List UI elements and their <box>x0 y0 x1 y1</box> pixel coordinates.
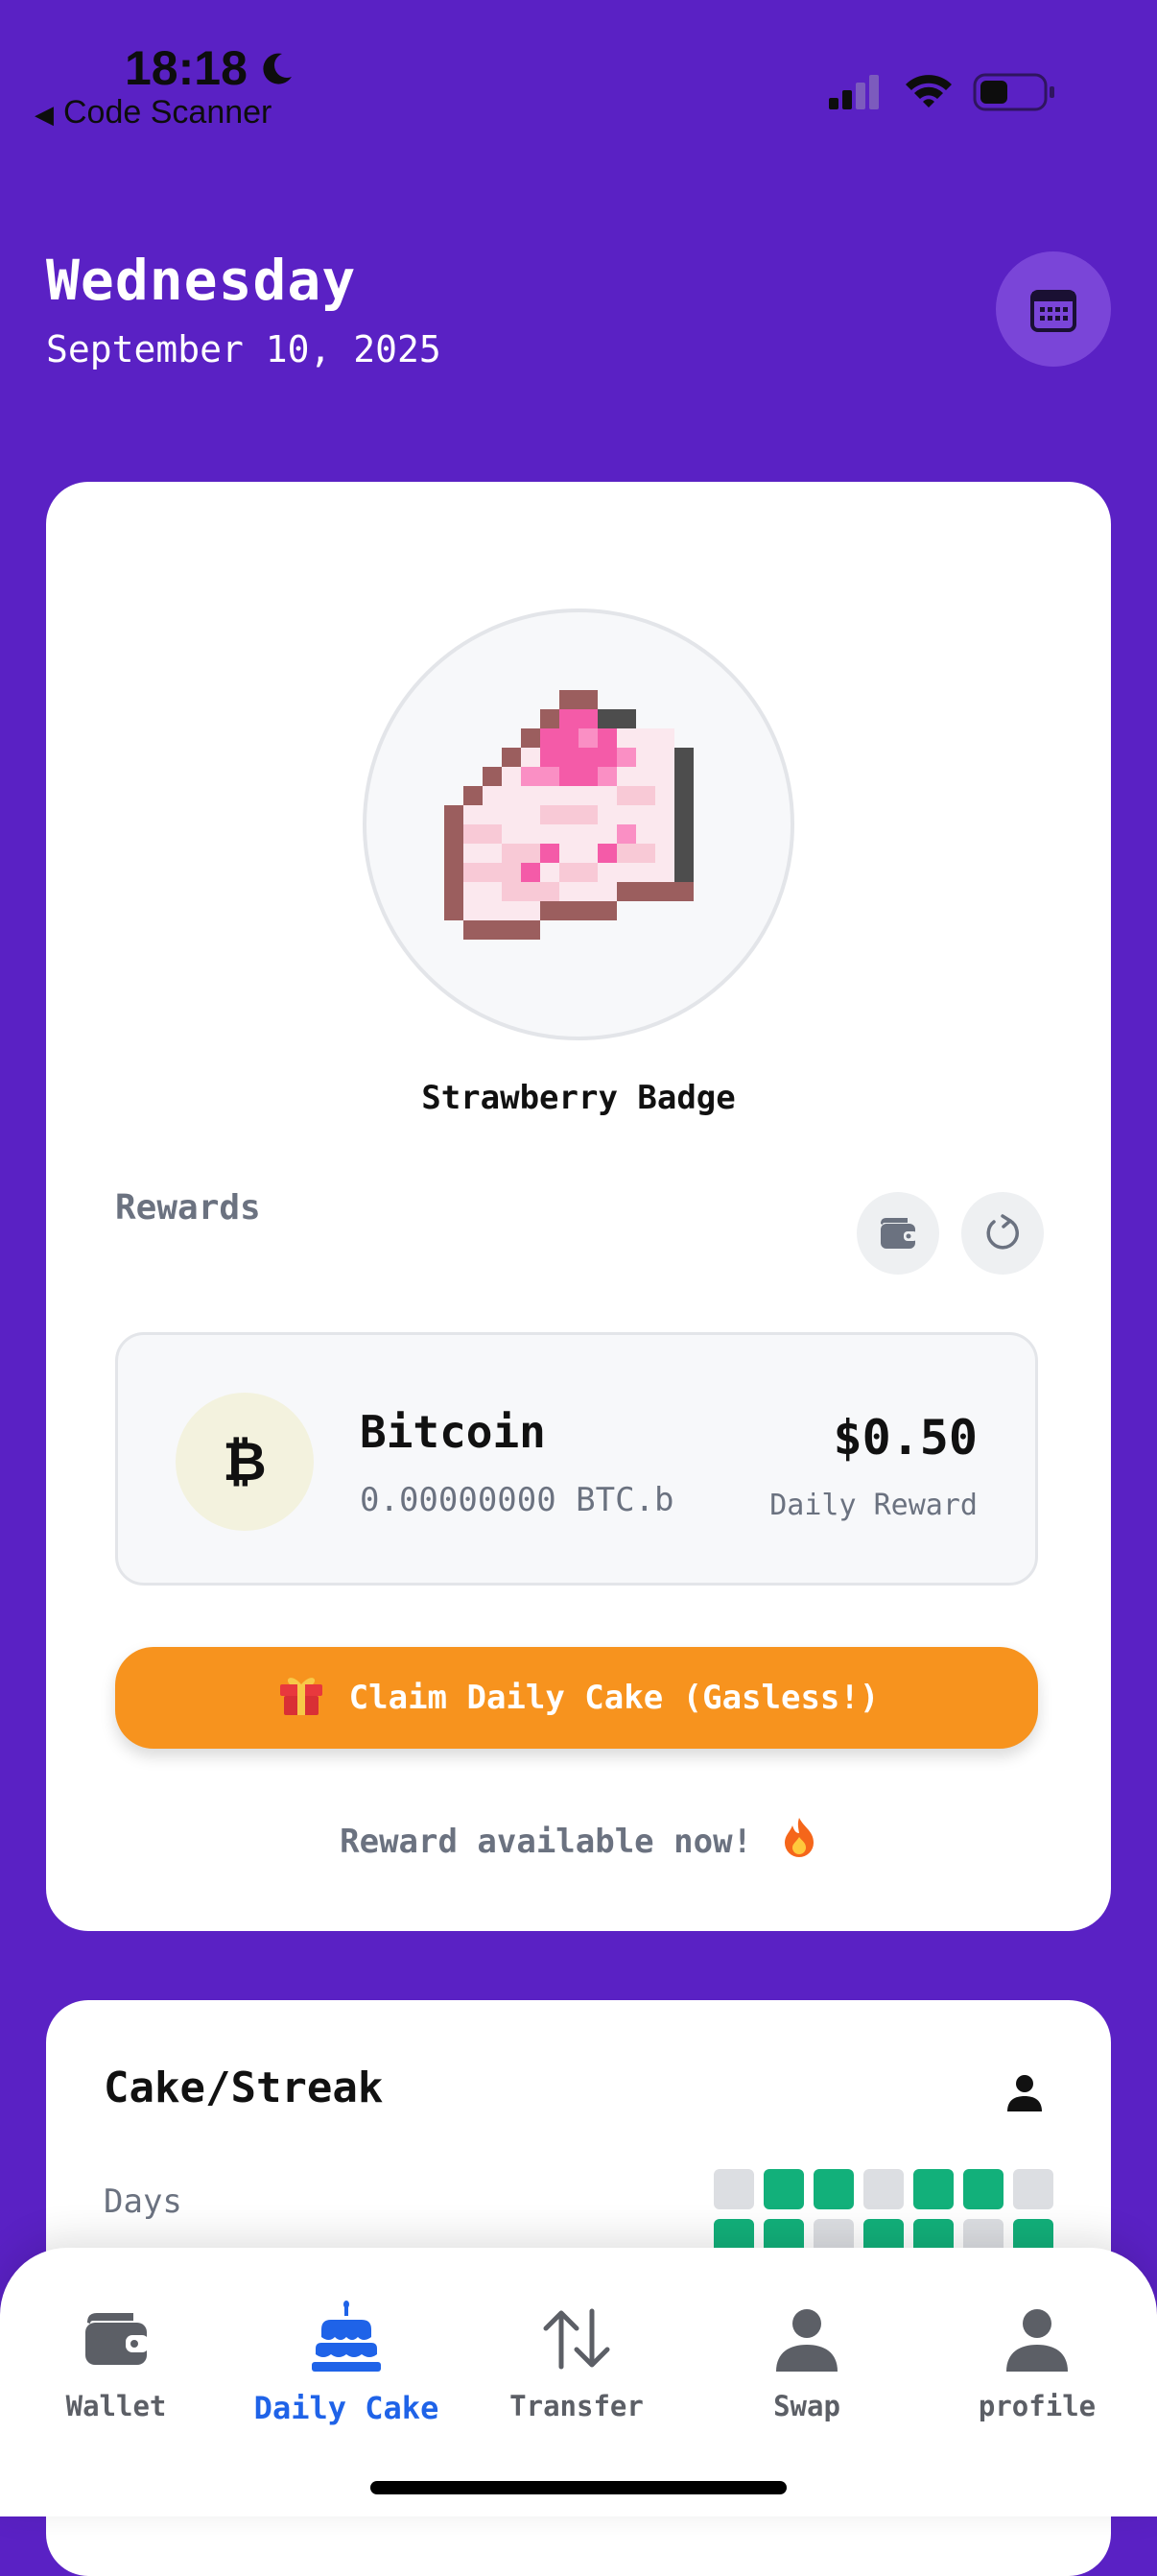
streak-day-cell <box>913 2169 954 2209</box>
bitcoin-icon: ₿ <box>176 1393 314 1531</box>
status-time: 18:18 <box>125 41 248 95</box>
wallet-icon <box>881 1218 917 1249</box>
nav-label-profile: profile <box>978 2390 1097 2422</box>
gift-icon <box>274 1665 328 1731</box>
nav-item-swap[interactable]: Swap <box>692 2296 922 2422</box>
nav-label-transfer: Transfer <box>509 2390 644 2422</box>
streak-day-cell <box>764 2169 804 2209</box>
nav-label-swap: Swap <box>773 2390 840 2422</box>
rewards-heading: Rewards <box>115 1188 261 1228</box>
coin-usd-value: $0.50 <box>833 1410 978 1466</box>
back-arrow-icon: ◀ <box>35 100 54 129</box>
fire-icon <box>769 1818 817 1861</box>
badge-image-frame <box>363 608 794 1040</box>
streak-day-cell <box>963 2169 1004 2209</box>
transfer-arrows-icon <box>543 2308 610 2370</box>
calendar-button[interactable] <box>996 251 1111 367</box>
status-bar: 18:18 ◀ Code Scanner <box>0 0 1157 134</box>
reward-status-text: Reward available now! <box>340 1823 753 1861</box>
nav-item-profile[interactable]: profile <box>922 2296 1152 2422</box>
days-label: Days <box>104 2182 182 2221</box>
nav-item-daily-cake[interactable]: Daily Cake <box>231 2296 461 2426</box>
coin-name: Bitcoin <box>360 1406 546 1458</box>
reward-status: Reward available now! <box>46 1816 1111 1861</box>
strawberry-cake-pixel-icon <box>444 690 694 940</box>
reward-coin-row[interactable]: ₿ Bitcoin 0.00000000 BTC.b $0.50 Daily R… <box>115 1332 1038 1586</box>
battery-icon <box>973 73 1054 111</box>
moon-icon <box>263 53 292 84</box>
nav-item-wallet[interactable]: Wallet <box>1 2296 231 2422</box>
streak-day-cell <box>1013 2169 1053 2209</box>
badge-name: Strawberry Badge <box>421 1079 736 1117</box>
person-icon[interactable] <box>1004 2071 1046 2113</box>
wallet-icon <box>85 2313 149 2365</box>
back-to-app-link[interactable]: ◀ Code Scanner <box>35 94 272 131</box>
back-app-name: Code Scanner <box>63 94 272 131</box>
nav-item-transfer[interactable]: Transfer <box>461 2296 692 2422</box>
person-icon <box>1006 2309 1068 2372</box>
birthday-cake-icon <box>312 2301 381 2372</box>
streak-day-cell <box>714 2169 754 2209</box>
nav-label-wallet: Wallet <box>65 2390 167 2422</box>
streak-grid <box>714 2169 1053 2259</box>
refresh-icon <box>986 1214 1019 1250</box>
day-title: Wednesday <box>46 248 357 313</box>
cellular-signal-icon <box>829 75 879 109</box>
date-subtitle: September 10, 2025 <box>46 328 441 370</box>
streak-day-cell <box>814 2169 854 2209</box>
person-icon <box>776 2309 838 2372</box>
daily-reward-card: Strawberry Badge Rewards ₿ Bitcoin 0.000… <box>46 482 1111 1931</box>
rewards-wallet-button[interactable] <box>857 1192 939 1275</box>
claim-button-label: Claim Daily Cake (Gasless!) <box>348 1679 880 1717</box>
claim-daily-cake-button[interactable]: Claim Daily Cake (Gasless!) <box>115 1647 1038 1749</box>
coin-value-label: Daily Reward <box>769 1489 978 1522</box>
home-indicator[interactable] <box>370 2481 787 2494</box>
streak-title: Cake/Streak <box>104 2063 384 2112</box>
calendar-icon <box>1030 290 1076 332</box>
wifi-icon <box>906 75 952 107</box>
streak-day-cell <box>863 2169 904 2209</box>
rewards-refresh-button[interactable] <box>961 1192 1044 1275</box>
bottom-navigation: Wallet Daily Cake Transfer Swap profile <box>0 2248 1157 2516</box>
nav-label-daily-cake: Daily Cake <box>253 2390 439 2426</box>
coin-amount: 0.00000000 BTC.b <box>360 1481 674 1519</box>
